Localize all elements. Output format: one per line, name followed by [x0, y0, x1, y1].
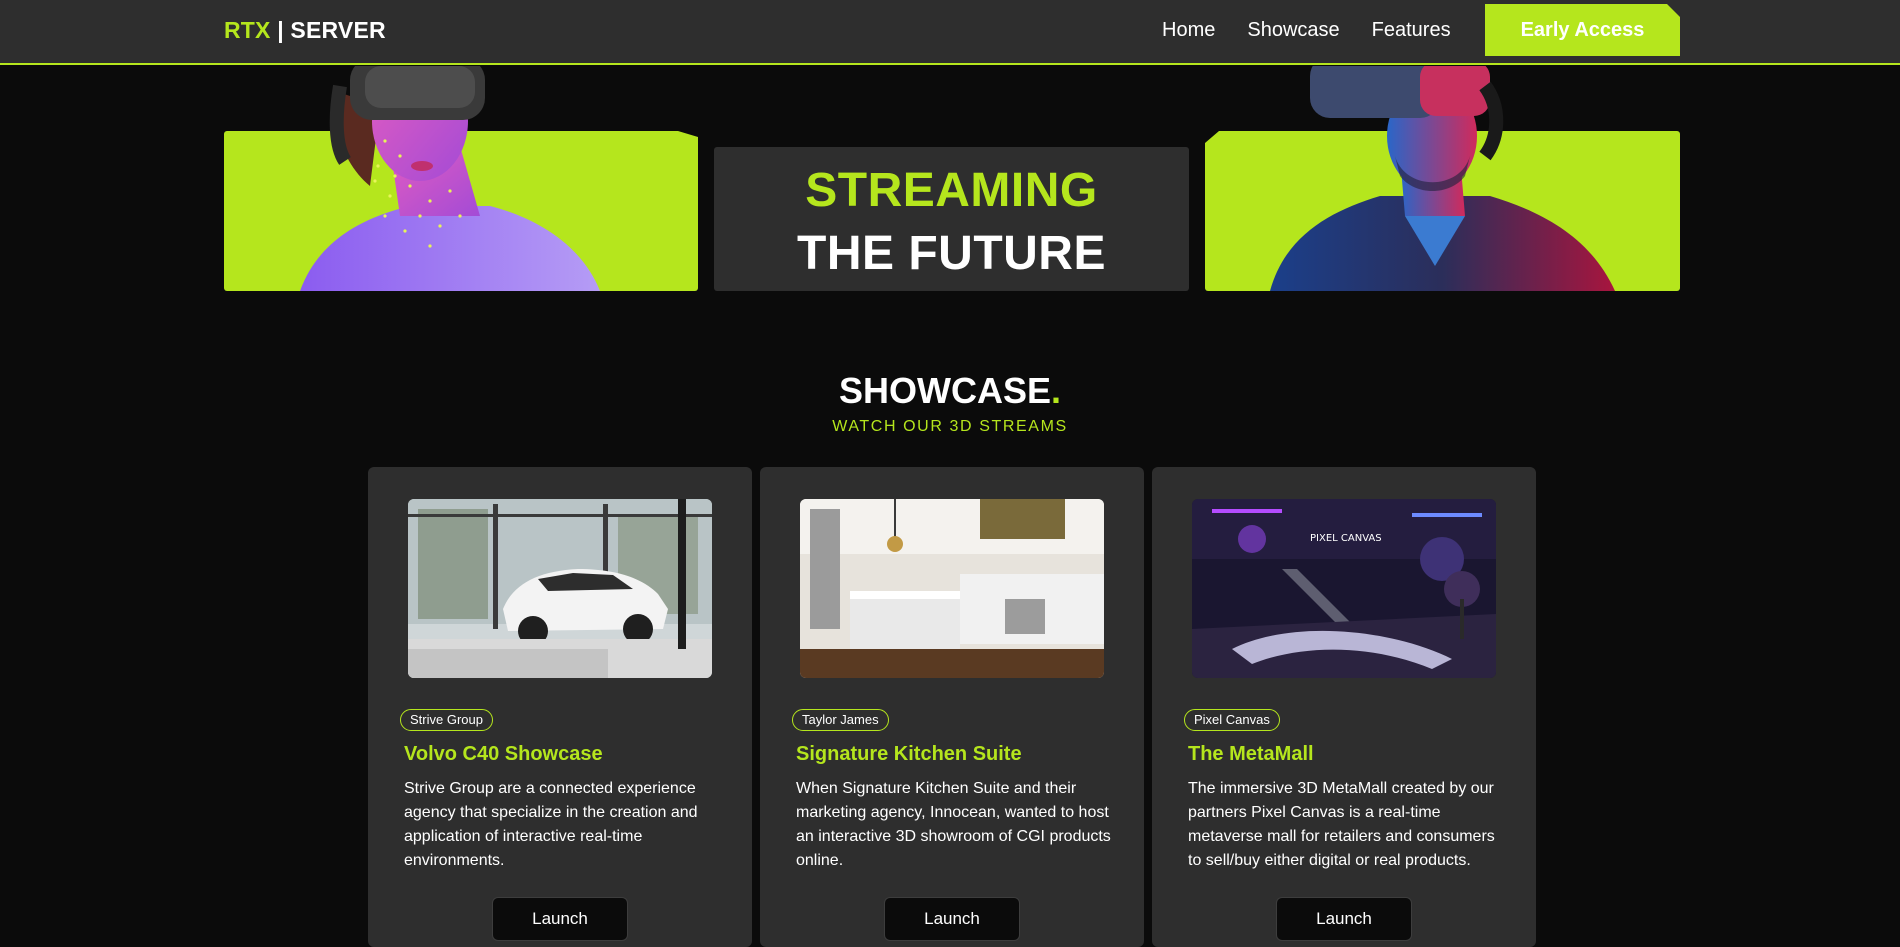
card-description-metamall: The immersive 3D MetaMall created by our…: [1188, 780, 1495, 869]
showcase-subtitle: WATCH OUR 3D STREAMS: [832, 418, 1068, 435]
card-description-kitchen: When Signature Kitchen Suite and their m…: [796, 780, 1111, 869]
showcase-title: SHOWCASE.: [0, 370, 1900, 412]
card-title-kitchen: Signature Kitchen Suite: [796, 743, 1022, 765]
nav-links: Home Showcase Features: [1162, 19, 1483, 42]
card-description-volvo: Strive Group are a connected experience …: [404, 780, 698, 869]
showcase-card-kitchen: Taylor James Signature Kitchen Suite Whe…: [760, 467, 1144, 947]
launch-button-volvo[interactable]: Launch: [492, 897, 628, 941]
hero-headline-line2: THE FUTURE: [797, 227, 1106, 280]
logo-accent: RTX: [224, 17, 271, 43]
hero-headline-line1: STREAMING: [805, 164, 1098, 217]
showcase-card-metamall: PIXEL CANVAS Pixel Canvas The MetaMall T…: [1152, 467, 1536, 947]
top-nav: RTX | SERVER Home Showcase Features Earl…: [0, 0, 1900, 65]
nav-link-home[interactable]: Home: [1162, 19, 1215, 42]
pixel-canvas-sign: PIXEL CANVAS: [1310, 533, 1382, 544]
early-access-button[interactable]: Early Access: [1485, 4, 1680, 56]
vr-woman-image: [300, 66, 600, 291]
card-title-metamall: The MetaMall: [1188, 743, 1314, 765]
showcase-title-text: SHOWCASE: [838, 370, 1051, 411]
launch-button-kitchen[interactable]: Launch: [884, 897, 1020, 941]
card-image-kitchen: [800, 499, 1104, 678]
vr-man-image: [1270, 66, 1615, 291]
card-image-metamall: PIXEL CANVAS: [1192, 499, 1496, 678]
card-image-volvo: [408, 499, 712, 678]
card-tag-kitchen: Taylor James: [792, 709, 889, 731]
hero-headline-box: STREAMING THE FUTURE: [714, 147, 1189, 291]
showcase-card-volvo: Strive Group Volvo C40 Showcase Strive G…: [368, 467, 752, 947]
card-title-volvo: Volvo C40 Showcase: [404, 743, 603, 765]
nav-link-showcase[interactable]: Showcase: [1247, 19, 1339, 42]
nav-link-features[interactable]: Features: [1372, 19, 1451, 42]
launch-button-metamall[interactable]: Launch: [1276, 897, 1412, 941]
logo-text: | SERVER: [270, 17, 386, 43]
logo[interactable]: RTX | SERVER: [224, 17, 386, 44]
showcase-title-dot: .: [1051, 370, 1062, 411]
card-tag-metamall: Pixel Canvas: [1184, 709, 1280, 731]
card-tag-volvo: Strive Group: [400, 709, 493, 731]
